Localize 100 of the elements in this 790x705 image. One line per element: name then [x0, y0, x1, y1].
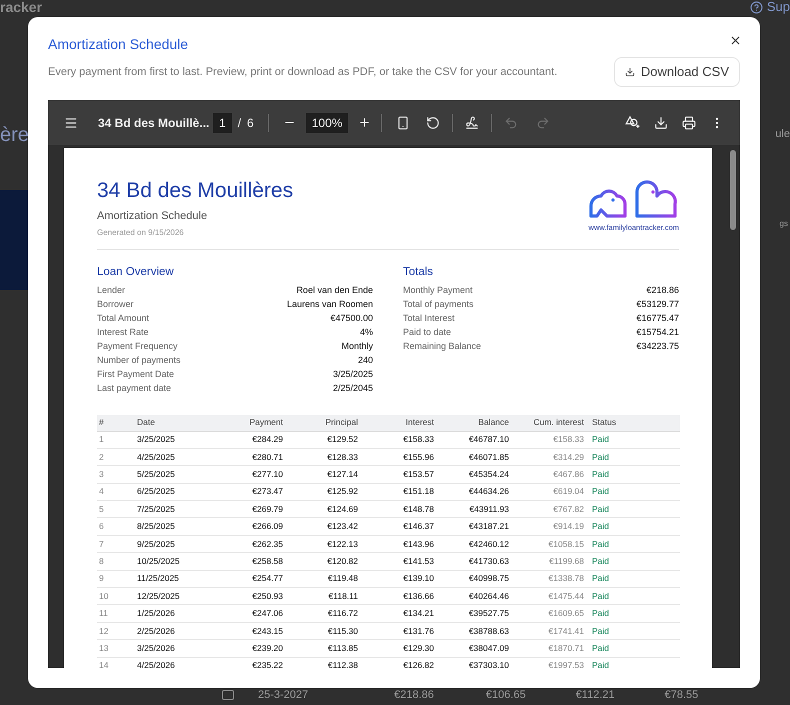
table-cell-text: 4/25/2025 [137, 450, 176, 464]
field-label: Remaining Balance [403, 340, 482, 352]
table-cell-text: €120.82 [326, 555, 358, 568]
field-label: Paid to date [403, 326, 452, 338]
download-icon [624, 67, 635, 77]
column-header: # [99, 416, 105, 429]
table-cell-text: 6 [99, 520, 105, 534]
table-cell-text: €124.69 [326, 502, 358, 516]
field-value: Roel van den Ende [296, 284, 373, 296]
section-heading: Totals [403, 264, 434, 280]
field-label: Total Amount [97, 312, 150, 324]
table-cell-text: €914.19 [552, 520, 584, 534]
menu-icon[interactable] [64, 116, 78, 130]
table-cell-text: €46787.10 [468, 433, 509, 446]
table-cell-text: €106.65 [486, 688, 526, 703]
field-label: Last payment date [97, 382, 172, 394]
table-cell-text: Paid [591, 485, 610, 498]
table-cell-text: €43187.21 [468, 520, 509, 534]
table-cell-text: 12/25/2025 [137, 590, 181, 603]
table-cell-text: 8/25/2025 [137, 520, 176, 534]
generated-date: Generated on 9/15/2026 [97, 226, 185, 238]
field-label: Payment Frequency [97, 340, 178, 352]
table-cell-text: €123.42 [326, 520, 358, 534]
table-cell-text: €39527.75 [468, 607, 509, 620]
field-value: Laurens van Roomen [286, 298, 373, 310]
table-cell-text: €131.76 [402, 624, 434, 638]
column-header: Balance [477, 416, 509, 429]
table-cell-text: €128.33 [326, 450, 358, 464]
table-cell-text: 3/25/2026 [137, 642, 176, 655]
field-value: 3/25/2025 [332, 368, 373, 380]
print-icon[interactable] [682, 116, 696, 130]
table-cell-text: €151.18 [402, 485, 434, 498]
support-link[interactable]: Sup [766, 0, 790, 17]
zoom-field[interactable]: 100% [306, 112, 348, 132]
table-cell-text: €45354.24 [468, 468, 509, 481]
field-value: €47500.00 [330, 312, 373, 324]
field-label: Number of payments [97, 354, 181, 366]
table-cell-text: €273.47 [251, 485, 283, 498]
field-value: €15754.21 [636, 326, 679, 338]
table-cell-text: €280.71 [251, 450, 283, 464]
table-cell-text: 2 [99, 450, 105, 464]
table-cell-text: €43911.93 [468, 502, 509, 516]
table-cell-text: €1475.44 [548, 590, 584, 603]
column-header: Cum. interest [532, 416, 584, 429]
table-cell-text: 14 [99, 659, 110, 668]
table-cell-text: €112.21 [576, 688, 615, 703]
table-cell-text: €134.21 [402, 607, 434, 620]
table-cell-text: €467.86 [552, 468, 584, 481]
field-value: 240 [358, 354, 373, 366]
table-cell-text: 9 [99, 572, 105, 586]
page-heading: ère [0, 123, 29, 148]
table-cell-text: 11/25/2025 [137, 572, 180, 586]
logo-icon [587, 180, 679, 220]
field-value: €218.86 [646, 284, 679, 296]
table-cell-text: 13 [99, 642, 110, 655]
table-cell-text: 10 [99, 590, 110, 603]
close-icon [729, 34, 742, 47]
table-cell-text: Paid [591, 520, 610, 534]
section-heading: Loan Overview [97, 264, 175, 280]
table-cell-text: Paid [591, 607, 610, 620]
table-cell-text: 10/25/2025 [137, 555, 181, 568]
field-label: Monthly Payment [403, 284, 473, 296]
row-checkbox[interactable] [222, 690, 234, 700]
table-cell-text: €1741.41 [548, 624, 584, 638]
table-cell-text: Paid [591, 433, 610, 446]
table-cell-text: €284.29 [251, 433, 283, 446]
table-cell-text: 4 [99, 485, 105, 498]
table-cell-text: Paid [591, 450, 610, 464]
page-number-field[interactable]: 1 [213, 112, 232, 132]
field-value: Monthly [341, 340, 373, 352]
table-cell-text: €254.77 [251, 572, 283, 586]
column-header: Interest [404, 416, 434, 429]
zoom-in-icon[interactable] [358, 116, 372, 129]
dialog-title: Amortization Schedule [48, 35, 188, 53]
table-cell-text: Paid [591, 590, 610, 603]
download-csv-button[interactable]: Download CSV [614, 57, 740, 87]
field-label: Interest Rate [97, 326, 149, 338]
table-cell-text: €1058.15 [548, 538, 584, 550]
table-cell-text: €314.29 [552, 450, 584, 464]
table-cell-text: €129.30 [402, 642, 434, 655]
table-cell-text: €42460.12 [468, 538, 509, 550]
table-cell-text: 5/25/2025 [137, 468, 176, 481]
table-cell-text: €262.35 [251, 538, 283, 550]
scrollbar-thumb[interactable] [730, 150, 736, 230]
table-cell-text: €46071.85 [468, 450, 509, 464]
brand-text: racker [0, 0, 42, 14]
download-icon[interactable] [654, 116, 668, 130]
field-label: Borrower [97, 298, 134, 310]
document-subtitle: Amortization Schedule [97, 209, 208, 224]
table-cell-text: €118.11 [328, 590, 358, 603]
page-count: 6 [247, 114, 254, 132]
shapes-add-icon[interactable] [625, 115, 640, 130]
table-cell-text: €115.30 [326, 624, 358, 638]
table-cell-text: 7 [99, 538, 105, 550]
dialog-description: Every payment from first to last. Preview, print or download as PDF, or take the CSV for your accountant. [48, 65, 558, 79]
table-cell-text: €155.96 [402, 450, 434, 464]
table-cell-text: 8 [99, 555, 105, 568]
table-cell-text: €243.15 [251, 624, 283, 638]
field-value: €34223.75 [636, 340, 679, 352]
table-cell-text: 12 [99, 624, 110, 638]
